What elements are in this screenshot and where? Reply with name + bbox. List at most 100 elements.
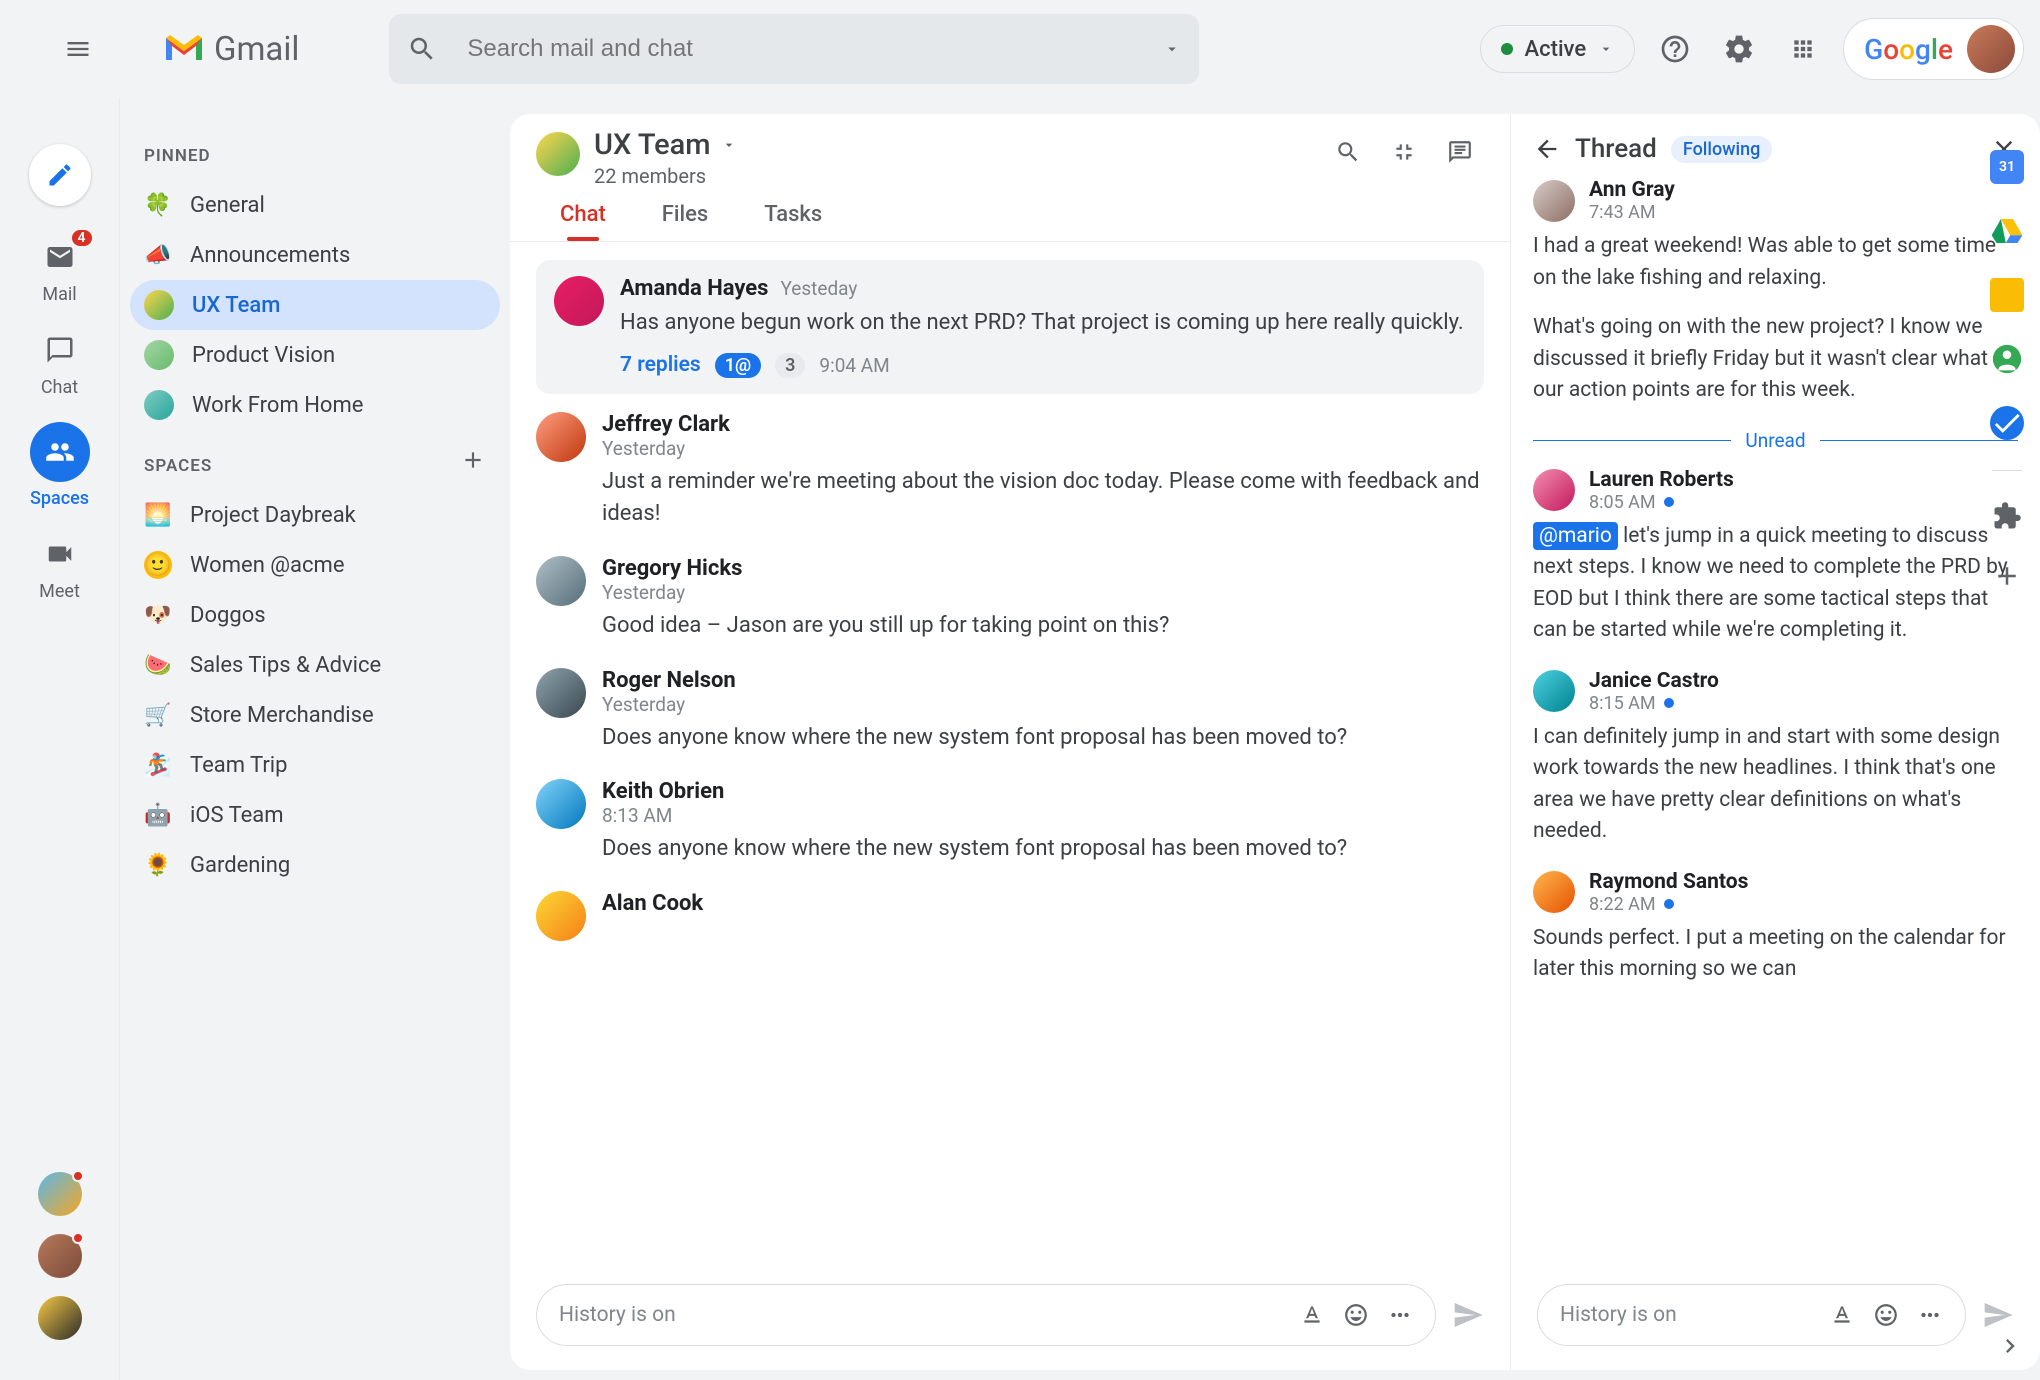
rail-avatar-2[interactable] — [38, 1234, 82, 1278]
rail-bottom-avatars — [38, 1172, 82, 1340]
thread-list-button[interactable] — [1436, 128, 1484, 176]
more-icon[interactable] — [1387, 1302, 1413, 1328]
user-avatar — [536, 556, 586, 606]
sidebar-item-ux-team[interactable]: UX Team — [130, 280, 500, 330]
format-icon[interactable] — [1299, 1302, 1325, 1328]
message-row[interactable]: Gregory HicksYesterdayGood idea – Jason … — [536, 556, 1484, 642]
sidebar-item-gardening[interactable]: 🌻Gardening — [130, 840, 500, 890]
more-icon[interactable] — [1917, 1302, 1943, 1328]
rail-chat[interactable]: Chat — [30, 329, 90, 398]
unread-dot-icon — [1664, 899, 1674, 909]
sidebar-item-sales[interactable]: 🍉Sales Tips & Advice — [130, 640, 500, 690]
thread-author: Raymond Santos — [1589, 870, 1748, 894]
mention-chip: 1@ — [715, 353, 761, 378]
message-row[interactable]: Alan Cook — [536, 891, 1484, 941]
apps-button[interactable] — [1779, 25, 1827, 73]
rail-meet[interactable]: Meet — [30, 533, 90, 602]
user-avatar — [536, 412, 586, 462]
compose-input[interactable]: History is on — [536, 1284, 1436, 1346]
meet-icon — [45, 539, 75, 569]
mention-tag[interactable]: @mario — [1533, 522, 1618, 550]
sidebar-item-general[interactable]: 🍀General — [130, 180, 500, 230]
tab-tasks[interactable]: Tasks — [764, 202, 822, 241]
collapse-right-rail-icon[interactable] — [1996, 1332, 2024, 1360]
account-chip[interactable]: Google — [1843, 18, 2024, 80]
message-author: Jeffrey Clark — [602, 412, 730, 437]
message-row[interactable]: Amanda HayesYesteday Has anyone begun wo… — [536, 260, 1484, 394]
tab-chat[interactable]: Chat — [560, 202, 606, 241]
format-icon[interactable] — [1829, 1302, 1855, 1328]
sidebar-item-daybreak[interactable]: 🌅Project Daybreak — [130, 490, 500, 540]
search-bar[interactable] — [389, 14, 1199, 84]
sidebar-item-ios[interactable]: 🤖iOS Team — [130, 790, 500, 840]
space-avatar-icon — [144, 390, 174, 420]
contacts-app-icon[interactable] — [1990, 342, 2024, 376]
sidebar-item-trip[interactable]: 🏂Team Trip — [130, 740, 500, 790]
tab-files[interactable]: Files — [662, 202, 708, 241]
emoji-icon[interactable] — [1343, 1302, 1369, 1328]
unread-dot-icon — [1664, 497, 1674, 507]
search-options-icon[interactable] — [1163, 40, 1181, 58]
sidebar-item-doggos[interactable]: 🐶Doggos — [130, 590, 500, 640]
sidebar-item-label: iOS Team — [190, 803, 284, 828]
thread-header: Thread Following — [1511, 114, 2040, 178]
rail-mail[interactable]: 4 Mail — [30, 236, 90, 305]
sidebar-item-store[interactable]: 🛒Store Merchandise — [130, 690, 500, 740]
user-avatar — [554, 276, 604, 326]
sidebar-item-announcements[interactable]: 📣Announcements — [130, 230, 500, 280]
add-icon[interactable] — [1992, 561, 2022, 591]
sidebar: PINNED 🍀General 📣Announcements UX Team P… — [120, 0, 510, 1380]
chat-space-avatar[interactable] — [536, 132, 580, 176]
thread-text: Sounds perfect. I put a meeting on the c… — [1533, 923, 2018, 986]
send-button[interactable] — [1982, 1299, 2014, 1331]
gmail-m-icon — [162, 32, 206, 66]
sidebar-item-label: UX Team — [192, 293, 280, 318]
sidebar-item-product-vision[interactable]: Product Vision — [130, 330, 500, 380]
message-time: Yesterday — [602, 437, 1484, 460]
chat-search-button[interactable] — [1324, 128, 1372, 176]
sidebar-item-wfh[interactable]: Work From Home — [130, 380, 500, 430]
rail-avatar-1[interactable] — [38, 1172, 82, 1216]
message-row[interactable]: Jeffrey ClarkYesterdayJust a reminder we… — [536, 412, 1484, 530]
menu-button[interactable] — [54, 25, 102, 73]
thread-message[interactable]: Lauren Roberts8:05 AM @mario let's jump … — [1533, 468, 2018, 647]
help-button[interactable] — [1651, 25, 1699, 73]
sidebar-item-women[interactable]: 🙂Women @acme — [130, 540, 500, 590]
chat-title[interactable]: UX Team — [594, 128, 737, 162]
keep-app-icon[interactable] — [1990, 278, 2024, 312]
message-row[interactable]: Keith Obrien8:13 AMDoes anyone know wher… — [536, 779, 1484, 865]
thread-message[interactable]: Raymond Santos8:22 AM Sounds perfect. I … — [1533, 870, 2018, 986]
following-chip[interactable]: Following — [1671, 136, 1773, 163]
tasks-app-icon[interactable] — [1990, 406, 2024, 440]
message-row[interactable]: Roger NelsonYesterdayDoes anyone know wh… — [536, 668, 1484, 754]
message-author: Amanda Hayes — [620, 276, 768, 301]
add-space-button[interactable] — [460, 447, 486, 473]
rail-avatar-3[interactable] — [38, 1296, 82, 1340]
thread-message[interactable]: Janice Castro8:15 AM I can definitely ju… — [1533, 669, 2018, 848]
gear-icon — [1723, 33, 1755, 65]
unread-label: Unread — [1745, 429, 1805, 452]
collapse-icon — [1391, 139, 1417, 165]
send-button[interactable] — [1452, 1299, 1484, 1331]
compose-button[interactable] — [29, 144, 91, 206]
mail-badge: 4 — [72, 230, 92, 246]
status-chip[interactable]: Active — [1480, 25, 1636, 73]
addons-icon[interactable] — [1992, 501, 2022, 531]
calendar-app-icon[interactable]: 31 — [1990, 150, 2024, 184]
reply-summary[interactable]: 7 replies 1@ 3 9:04 AM — [620, 353, 1466, 378]
reply-num-chip: 3 — [775, 353, 805, 378]
gmail-logo[interactable]: Gmail — [162, 30, 299, 69]
search-input[interactable] — [467, 35, 1163, 63]
thread-compose-input[interactable]: History is on — [1537, 1284, 1966, 1346]
settings-button[interactable] — [1715, 25, 1763, 73]
message-time: Yesterday — [602, 693, 1484, 716]
profile-avatar[interactable] — [1967, 25, 2015, 73]
drive-app-icon[interactable] — [1990, 214, 2024, 248]
collapse-button[interactable] — [1380, 128, 1428, 176]
reply-count: 7 replies — [620, 353, 701, 377]
rail-spaces[interactable]: Spaces — [30, 422, 90, 509]
back-button[interactable] — [1533, 135, 1561, 163]
thread-message[interactable]: Ann Gray7:43 AM I had a great weekend! W… — [1533, 178, 2018, 407]
emoji-icon[interactable] — [1873, 1302, 1899, 1328]
sidebar-item-label: General — [190, 193, 265, 218]
